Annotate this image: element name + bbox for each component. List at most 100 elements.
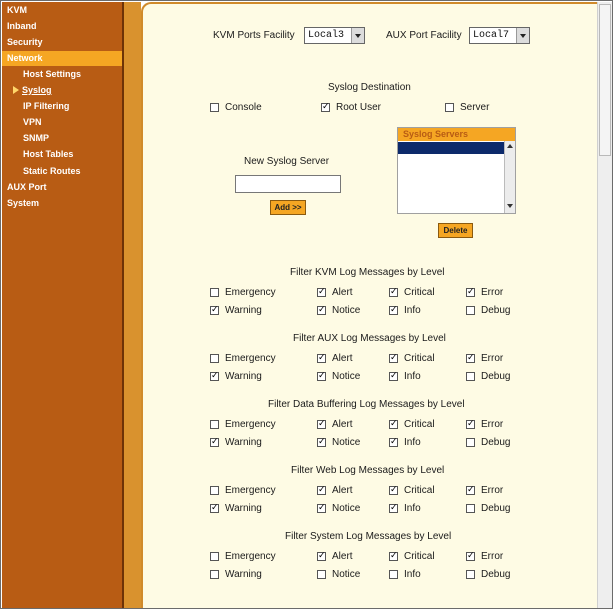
- level-critical-label: Critical: [404, 287, 435, 298]
- sidebar-item-static-routes[interactable]: Static Routes: [2, 164, 122, 179]
- sidebar-item-network[interactable]: Network: [2, 51, 122, 66]
- add-server-button[interactable]: Add >>: [270, 200, 306, 215]
- sidebar-item-host-tables[interactable]: Host Tables: [2, 147, 122, 162]
- level-critical-checkbox[interactable]: ✓: [389, 354, 398, 363]
- page-scroll-thumb[interactable]: [599, 4, 611, 156]
- servers-listbox[interactable]: [398, 141, 504, 213]
- level-alert-checkbox[interactable]: ✓: [317, 288, 326, 297]
- sidebar-item-system[interactable]: System: [2, 196, 122, 211]
- level-debug-label: Debug: [481, 437, 511, 448]
- level-error-label: Error: [481, 353, 504, 364]
- level-notice-checkbox[interactable]: ✓: [317, 438, 326, 447]
- level-notice-checkbox[interactable]: ✓: [317, 372, 326, 381]
- aux-facility-value: Local7: [473, 30, 510, 41]
- level-info-checkbox[interactable]: ✓: [389, 504, 398, 513]
- sidebar-item-label: KVM: [7, 5, 27, 15]
- level-emergency-checkbox[interactable]: [210, 486, 219, 495]
- level-info-label: Info: [404, 437, 421, 448]
- level-emergency-checkbox[interactable]: [210, 420, 219, 429]
- level-emergency-checkbox[interactable]: [210, 552, 219, 561]
- level-error-checkbox[interactable]: ✓: [466, 552, 475, 561]
- destination-console-checkbox[interactable]: [210, 103, 219, 112]
- level-info-label: Info: [404, 371, 421, 382]
- sidebar-item-label: Syslog: [22, 85, 52, 95]
- level-debug-checkbox[interactable]: [466, 372, 475, 381]
- sidebar-item-ip-filtering[interactable]: IP Filtering: [2, 99, 122, 114]
- destination-console-label: Console: [225, 102, 262, 113]
- level-emergency-label: Emergency: [225, 551, 276, 562]
- level-alert-label: Alert: [332, 485, 353, 496]
- chevron-down-icon: [516, 28, 529, 43]
- level-alert-checkbox[interactable]: ✓: [317, 486, 326, 495]
- level-error-checkbox[interactable]: ✓: [466, 420, 475, 429]
- scroll-up-icon[interactable]: [507, 144, 513, 148]
- level-notice-checkbox[interactable]: [317, 570, 326, 579]
- sidebar-item-host-settings[interactable]: Host Settings: [2, 67, 122, 82]
- level-error-checkbox[interactable]: ✓: [466, 354, 475, 363]
- level-warning-checkbox[interactable]: ✓: [210, 438, 219, 447]
- level-emergency-checkbox[interactable]: [210, 354, 219, 363]
- sidebar-item-syslog[interactable]: Syslog: [2, 83, 122, 98]
- level-info-label: Info: [404, 305, 421, 316]
- level-info-checkbox[interactable]: ✓: [389, 306, 398, 315]
- level-error-checkbox[interactable]: ✓: [466, 486, 475, 495]
- level-emergency-checkbox[interactable]: [210, 288, 219, 297]
- aux-facility-label: AUX Port Facility: [386, 30, 462, 41]
- sidebar-item-aux-port[interactable]: AUX Port: [2, 180, 122, 195]
- level-debug-checkbox[interactable]: [466, 438, 475, 447]
- level-notice-checkbox[interactable]: ✓: [317, 504, 326, 513]
- sidebar-item-inband[interactable]: Inband: [2, 19, 122, 34]
- servers-list-scrollbar[interactable]: [504, 141, 515, 213]
- level-critical-checkbox[interactable]: ✓: [389, 288, 398, 297]
- level-critical-checkbox[interactable]: ✓: [389, 552, 398, 561]
- level-warning-label: Warning: [225, 437, 262, 448]
- level-alert-label: Alert: [332, 419, 353, 430]
- delete-server-button[interactable]: Delete: [438, 223, 473, 238]
- level-error-checkbox[interactable]: ✓: [466, 288, 475, 297]
- level-alert-checkbox[interactable]: ✓: [317, 552, 326, 561]
- level-warning-checkbox[interactable]: ✓: [210, 504, 219, 513]
- level-info-checkbox[interactable]: ✓: [389, 438, 398, 447]
- kvm-facility-select[interactable]: Local3: [304, 27, 365, 44]
- filter-section-title: Filter Data Buffering Log Messages by Le…: [268, 399, 465, 410]
- level-warning-checkbox[interactable]: [210, 570, 219, 579]
- level-critical-checkbox[interactable]: ✓: [389, 486, 398, 495]
- sidebar-item-vpn[interactable]: VPN: [2, 115, 122, 130]
- aux-facility-select[interactable]: Local7: [469, 27, 530, 44]
- level-notice-label: Notice: [332, 371, 361, 382]
- destination-server-label: Server: [460, 102, 490, 113]
- sidebar: KVM Inband Security Network Host Setting…: [2, 2, 122, 608]
- syslog-servers-list: Syslog Servers: [397, 127, 516, 214]
- level-debug-checkbox[interactable]: [466, 306, 475, 315]
- sidebar-item-snmp[interactable]: SNMP: [2, 131, 122, 146]
- level-warning-label: Warning: [225, 305, 262, 316]
- selected-list-row[interactable]: [398, 142, 504, 154]
- level-error-label: Error: [481, 419, 504, 430]
- level-critical-checkbox[interactable]: ✓: [389, 420, 398, 429]
- level-debug-checkbox[interactable]: [466, 504, 475, 513]
- new-server-input[interactable]: [235, 175, 341, 193]
- scroll-down-icon[interactable]: [507, 204, 513, 208]
- sidebar-item-label: Network: [7, 53, 43, 63]
- level-notice-checkbox[interactable]: ✓: [317, 306, 326, 315]
- page-scrollbar[interactable]: [597, 2, 612, 608]
- level-alert-label: Alert: [332, 353, 353, 364]
- level-alert-label: Alert: [332, 551, 353, 562]
- level-warning-checkbox[interactable]: ✓: [210, 372, 219, 381]
- chevron-down-icon: [351, 28, 364, 43]
- destination-server-checkbox[interactable]: [445, 103, 454, 112]
- sidebar-item-kvm[interactable]: KVM: [2, 3, 122, 18]
- destination-root-user-checkbox[interactable]: ✓: [321, 103, 330, 112]
- app-frame: KVM Inband Security Network Host Setting…: [0, 0, 613, 609]
- level-alert-checkbox[interactable]: ✓: [317, 420, 326, 429]
- sidebar-item-label: VPN: [23, 117, 42, 127]
- level-info-label: Info: [404, 569, 421, 580]
- level-debug-checkbox[interactable]: [466, 570, 475, 579]
- level-critical-label: Critical: [404, 485, 435, 496]
- level-info-checkbox[interactable]: [389, 570, 398, 579]
- sidebar-item-security[interactable]: Security: [2, 35, 122, 50]
- level-alert-checkbox[interactable]: ✓: [317, 354, 326, 363]
- level-info-checkbox[interactable]: ✓: [389, 372, 398, 381]
- current-page-arrow-icon: [13, 86, 19, 94]
- level-warning-checkbox[interactable]: ✓: [210, 306, 219, 315]
